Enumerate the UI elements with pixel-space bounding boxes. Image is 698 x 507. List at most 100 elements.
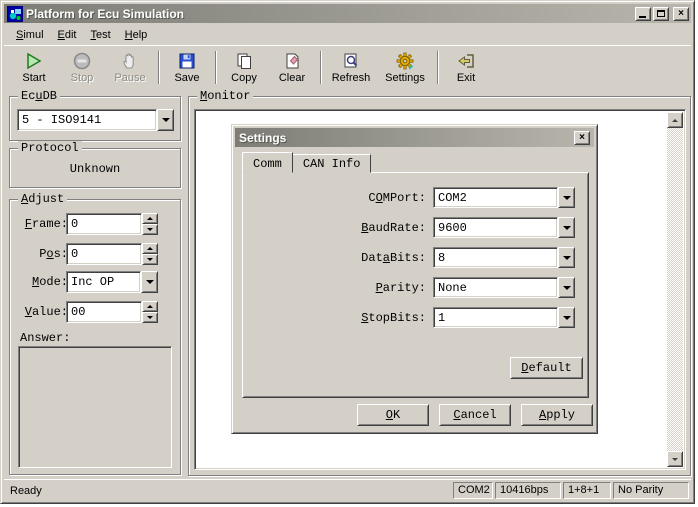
app-icon — [7, 6, 23, 22]
frame-spin-down[interactable] — [142, 224, 158, 235]
apply-button[interactable]: Apply — [521, 404, 593, 426]
scroll-up-button[interactable] — [667, 112, 683, 128]
adjust-group: Adjust Frame: 0 Pos: 0 Mode: Inc OP Valu… — [9, 199, 181, 475]
close-button[interactable]: × — [673, 7, 689, 21]
chevron-down-icon — [563, 286, 571, 290]
answer-box — [18, 346, 172, 468]
settings-button[interactable]: Settings — [377, 48, 433, 87]
settings-close-button[interactable]: × — [574, 131, 590, 145]
magnifier-icon — [341, 51, 361, 71]
comm-tab-page: COMPort: COM2 BaudRate: 9600 DataBits: 8… — [242, 172, 589, 398]
parity-combobox[interactable]: None — [433, 277, 575, 298]
menu-help[interactable]: Help — [119, 27, 154, 43]
start-button[interactable]: Start — [10, 48, 58, 87]
scrollbar-track[interactable] — [667, 128, 683, 451]
baudrate-dropdown-button[interactable] — [558, 217, 575, 238]
minimize-button[interactable] — [635, 7, 651, 21]
parity-value: None — [433, 277, 558, 298]
exit-button[interactable]: Exit — [442, 48, 490, 87]
comport-dropdown-button[interactable] — [558, 187, 575, 208]
tab-can-info[interactable]: CAN Info — [292, 154, 372, 173]
chevron-down-icon — [563, 226, 571, 230]
parity-label: Parity: — [248, 281, 426, 295]
comport-combobox[interactable]: COM2 — [433, 187, 575, 208]
pos-value: 0 — [66, 243, 142, 265]
toolbar-separator — [320, 51, 321, 84]
databits-dropdown-button[interactable] — [558, 247, 575, 268]
scroll-down-button[interactable] — [667, 451, 683, 467]
ecudb-dropdown-button[interactable] — [157, 109, 174, 131]
value-spin-down[interactable] — [142, 312, 158, 323]
ecudb-group: EcuDB 5 - ISO9141 — [9, 96, 181, 141]
hand-icon — [120, 51, 140, 71]
pos-spin-down[interactable] — [142, 254, 158, 265]
tab-comm[interactable]: Comm — [242, 152, 293, 173]
cancel-button[interactable]: Cancel — [439, 404, 511, 426]
mode-value: Inc OP — [66, 271, 141, 293]
clear-button[interactable]: Clear — [268, 48, 316, 87]
spin-down-icon — [147, 228, 153, 231]
stopbits-label: StopBits: — [248, 311, 426, 325]
toolbar-separator — [437, 51, 438, 84]
copy-button[interactable]: Copy — [220, 48, 268, 87]
pos-spinner[interactable]: 0 — [66, 243, 158, 265]
pos-spin-up[interactable] — [142, 243, 158, 254]
value-spin-up[interactable] — [142, 301, 158, 312]
value-value: 00 — [66, 301, 142, 323]
databits-value: 8 — [433, 247, 558, 268]
menu-test[interactable]: Test — [84, 27, 116, 43]
default-button[interactable]: Default — [510, 357, 583, 379]
maximize-icon — [657, 10, 665, 17]
app-window: Platform for Ecu Simulation × Simul Edit… — [0, 0, 695, 504]
databits-label: DataBits: — [248, 251, 426, 265]
eraser-icon — [282, 51, 302, 71]
refresh-button[interactable]: Refresh — [325, 48, 377, 87]
spin-up-icon — [147, 217, 153, 220]
settings-tabs: Comm CAN Info — [242, 152, 371, 173]
stopbits-value: 1 — [433, 307, 558, 328]
protocol-group: Protocol Unknown — [9, 148, 181, 188]
status-baud-rate: 10416bps — [495, 482, 561, 499]
parity-dropdown-button[interactable] — [558, 277, 575, 298]
chevron-down-icon — [563, 316, 571, 320]
chevron-down-icon — [563, 196, 571, 200]
spin-up-icon — [147, 247, 153, 250]
pause-button: Pause — [106, 48, 154, 87]
mode-dropdown-button[interactable] — [141, 271, 158, 293]
titlebar: Platform for Ecu Simulation × — [4, 4, 691, 23]
minimize-icon — [639, 14, 646, 18]
spin-down-icon — [147, 316, 153, 319]
ecudb-group-label: EcuDB — [18, 89, 60, 103]
ecudb-combobox[interactable]: 5 - ISO9141 — [17, 109, 174, 131]
value-spinner[interactable]: 00 — [66, 301, 158, 323]
stopbits-dropdown-button[interactable] — [558, 307, 575, 328]
frame-spin-up[interactable] — [142, 213, 158, 224]
copy-pages-icon — [234, 51, 254, 71]
comport-value: COM2 — [433, 187, 558, 208]
ok-button[interactable]: OK — [357, 404, 429, 426]
settings-dialog-title: Settings — [239, 131, 572, 145]
baudrate-value: 9600 — [433, 217, 558, 238]
status-message: Ready — [10, 485, 451, 497]
maximize-button[interactable] — [653, 7, 669, 21]
status-com-port: COM2 — [453, 482, 493, 499]
stopbits-combobox[interactable]: 1 — [433, 307, 575, 328]
status-parity: No Parity — [613, 482, 689, 499]
mode-label: Mode: — [18, 275, 68, 289]
monitor-scrollbar[interactable] — [667, 112, 683, 467]
toolbar-separator — [158, 51, 159, 84]
value-label: Value: — [18, 305, 68, 319]
baudrate-combobox[interactable]: 9600 — [433, 217, 575, 238]
baudrate-label: BaudRate: — [248, 221, 426, 235]
frame-spinner[interactable]: 0 — [66, 213, 158, 235]
frame-value: 0 — [66, 213, 142, 235]
close-icon: × — [678, 9, 684, 19]
menu-simul[interactable]: Simul — [10, 27, 50, 43]
ecudb-value: 5 - ISO9141 — [17, 109, 157, 131]
menu-edit[interactable]: Edit — [52, 27, 83, 43]
mode-combobox[interactable]: Inc OP — [66, 271, 158, 293]
comport-label: COMPort: — [248, 191, 426, 205]
save-button[interactable]: Save — [163, 48, 211, 87]
stop-button: Stop — [58, 48, 106, 87]
databits-combobox[interactable]: 8 — [433, 247, 575, 268]
